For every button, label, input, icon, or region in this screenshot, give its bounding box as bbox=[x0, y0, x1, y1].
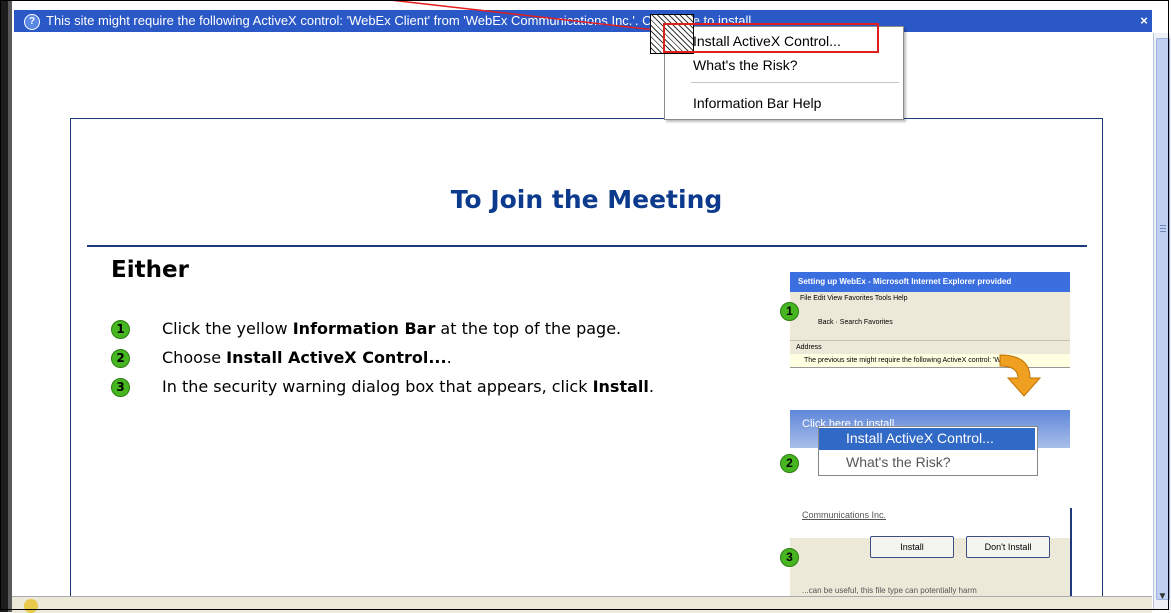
screenshot-border bbox=[0, 0, 1169, 610]
